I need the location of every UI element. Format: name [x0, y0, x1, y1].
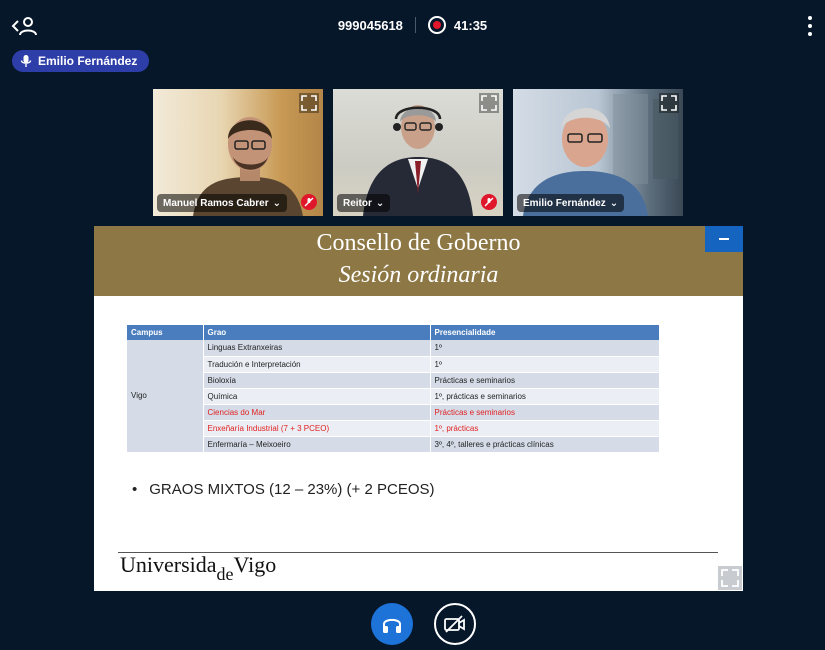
record-icon — [427, 16, 446, 34]
grao-cell: Enfermaría – Meixoeiro — [203, 436, 431, 453]
fullscreen-button[interactable] — [659, 93, 679, 113]
table-row: Química 1º, prácticas e seminarios — [127, 388, 660, 405]
separator — [414, 17, 416, 33]
participant-name-pill[interactable]: Emilio Fernández ⌄ — [517, 194, 625, 212]
slide-subtitle: Sesión ordinaria — [338, 262, 499, 288]
slide-table: Campus Grao Presencialidade Vigo Linguas… — [127, 325, 660, 453]
headphones-icon — [383, 618, 401, 633]
campus-cell: Vigo — [127, 340, 204, 453]
slide-bullet: • GRAOS MIXTOS (12 – 23%) (+ 2 PCEOS) — [132, 481, 435, 498]
muted-badge — [301, 194, 317, 210]
audio-button[interactable] — [371, 603, 413, 645]
slide-title: Consello de Goberno — [316, 230, 521, 256]
fullscreen-button[interactable] — [479, 93, 499, 113]
bullet-text: GRAOS MIXTOS (12 – 23%) (+ 2 PCEOS) — [149, 481, 435, 498]
table-row: Tradución e Interpretación 1º — [127, 356, 660, 373]
table-header: Presencialidade — [430, 325, 660, 340]
expand-icon — [481, 95, 497, 111]
presencialidade-cell: 1º, prácticas e seminarios — [430, 388, 660, 405]
table-row: Bioloxía Prácticas e seminarios — [127, 372, 660, 389]
chevron-down-icon: ⌄ — [272, 197, 281, 209]
minimize-presentation-button[interactable] — [705, 226, 743, 252]
presencialidade-cell: Prácticas e seminarios — [430, 372, 660, 389]
bullet-icon: • — [132, 481, 138, 498]
action-bar — [0, 600, 825, 650]
minus-icon — [719, 238, 729, 240]
muted-badge — [481, 194, 497, 210]
talking-indicator: Emilio Fernández — [12, 50, 150, 72]
presencialidade-cell: 1º, prácticas — [430, 420, 660, 437]
talker-name: Emilio Fernández — [38, 54, 138, 68]
muted-microphone-icon — [304, 197, 314, 207]
video-toggle-button[interactable] — [434, 603, 476, 645]
grao-cell: Enxeñaría Industrial (7 + 3 PCEO) — [203, 420, 431, 437]
presentation-fullscreen-button[interactable] — [718, 566, 742, 590]
participant-name-pill[interactable]: Manuel Ramos Cabrer ⌄ — [157, 194, 287, 212]
grao-cell: Bioloxía — [203, 372, 431, 389]
microphone-icon — [20, 55, 32, 67]
table-row: Enxeñaría Industrial (7 + 3 PCEO) 1º, pr… — [127, 420, 660, 437]
participant-name-pill[interactable]: Reitor ⌄ — [337, 194, 391, 212]
presencialidade-cell: Prácticas e seminarios — [430, 404, 660, 421]
video-tile[interactable]: Reitor ⌄ — [333, 89, 503, 216]
table-header: Grao — [203, 325, 431, 340]
expand-icon — [661, 95, 677, 111]
presencialidade-cell: 1º — [430, 356, 660, 373]
meeting-id: 999045618 — [337, 17, 403, 33]
slide-header: Consello de Goberno Sesión ordinaria — [94, 226, 743, 296]
university-logo: UniversidadeVigo — [120, 552, 277, 584]
top-navbar: 999045618 41:35 — [0, 0, 825, 50]
participant-name: Manuel Ramos Cabrer — [163, 197, 269, 209]
presencialidade-cell: 3º, 4º, talleres e prácticas clínicas — [430, 436, 660, 453]
meeting-info: 999045618 41:35 — [0, 16, 825, 34]
grao-cell: Química — [203, 388, 431, 405]
grao-cell: Tradución e Interpretación — [203, 356, 431, 373]
table-row: Ciencias do Mar Prácticas e seminarios — [127, 404, 660, 421]
grao-cell: Ciencias do Mar — [203, 404, 431, 421]
vertical-dots-icon — [808, 16, 812, 20]
table-header: Campus — [127, 325, 204, 340]
table-row: Enfermaría – Meixoeiro 3º, 4º, talleres … — [127, 436, 660, 453]
recording-time: 41:35 — [453, 17, 488, 33]
video-tile[interactable]: Manuel Ramos Cabrer ⌄ — [153, 89, 323, 216]
expand-icon — [721, 569, 739, 587]
video-tile[interactable]: Emilio Fernández ⌄ — [513, 89, 683, 216]
participant-name: Reitor — [343, 197, 372, 209]
expand-icon — [301, 95, 317, 111]
fullscreen-button[interactable] — [299, 93, 319, 113]
muted-microphone-icon — [484, 197, 494, 207]
recording-indicator[interactable]: 41:35 — [427, 16, 488, 34]
presencialidade-cell: 1º — [430, 340, 660, 357]
chevron-down-icon: ⌄ — [375, 197, 385, 209]
participant-name: Emilio Fernández — [523, 197, 606, 209]
options-button[interactable] — [807, 16, 813, 36]
grao-cell: Linguas Extranxeiras — [203, 340, 431, 357]
chevron-down-icon: ⌄ — [609, 197, 619, 209]
video-off-icon — [444, 615, 465, 633]
table-row: Vigo Linguas Extranxeiras 1º — [127, 340, 660, 453]
presentation-slide: Consello de Goberno Sesión ordinaria Cam… — [94, 226, 743, 591]
